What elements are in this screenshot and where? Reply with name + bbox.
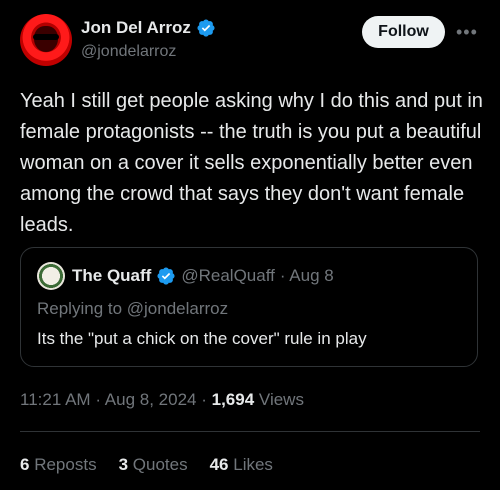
tweet-meta-row: 11:21 AM · Aug 8, 2024 · 1,694 Views (20, 390, 304, 410)
engagement-stats: 6 Reposts 3 Quotes 46 Likes (20, 455, 273, 475)
divider (20, 431, 480, 432)
quoted-author-avatar (37, 262, 65, 290)
author-display-name[interactable]: Jon Del Arroz (81, 18, 191, 38)
verified-badge-icon (197, 19, 215, 37)
meta-separator: · (95, 390, 101, 409)
quotes-stat[interactable]: 3 Quotes (119, 455, 188, 475)
follow-button[interactable]: Follow (362, 16, 445, 48)
quoted-header-row: The Quaff @RealQuaff · Aug 8 (72, 266, 334, 286)
tweet-date[interactable]: Aug 8, 2024 (105, 390, 197, 409)
more-options-icon[interactable]: ••• (456, 22, 478, 43)
tweet-text: Yeah I still get people asking why I do … (20, 90, 483, 236)
quotes-label: Quotes (132, 455, 188, 474)
likes-count: 46 (209, 455, 229, 474)
tweet-time[interactable]: 11:21 AM (20, 390, 91, 409)
author-handle[interactable]: @jondelarroz (81, 43, 176, 61)
quoted-replying-to: Replying to @jondelarroz (37, 299, 229, 318)
quotes-count: 3 (118, 455, 129, 474)
quoted-handle: @RealQuaff (181, 266, 275, 285)
reposts-label: Reposts (34, 455, 97, 474)
reposts-stat[interactable]: 6 Reposts (20, 455, 97, 475)
avatar-glasses (33, 34, 59, 40)
meta-separator: · (201, 390, 207, 409)
reposts-count: 6 (20, 455, 30, 474)
likes-label: Likes (233, 455, 273, 474)
quoted-tweet-text: Its the "put a chick on the cover" rule … (37, 329, 367, 348)
likes-stat[interactable]: 46 Likes (210, 455, 273, 475)
views-label: Views (258, 390, 304, 409)
author-name-row: Jon Del Arroz (81, 18, 216, 38)
views-count: 1,694 (211, 390, 255, 409)
quoted-verified-badge-icon (157, 267, 175, 285)
author-avatar[interactable] (20, 14, 72, 66)
quoted-display-name: The Quaff (72, 266, 152, 285)
quoted-date: · Aug 8 (279, 266, 334, 285)
